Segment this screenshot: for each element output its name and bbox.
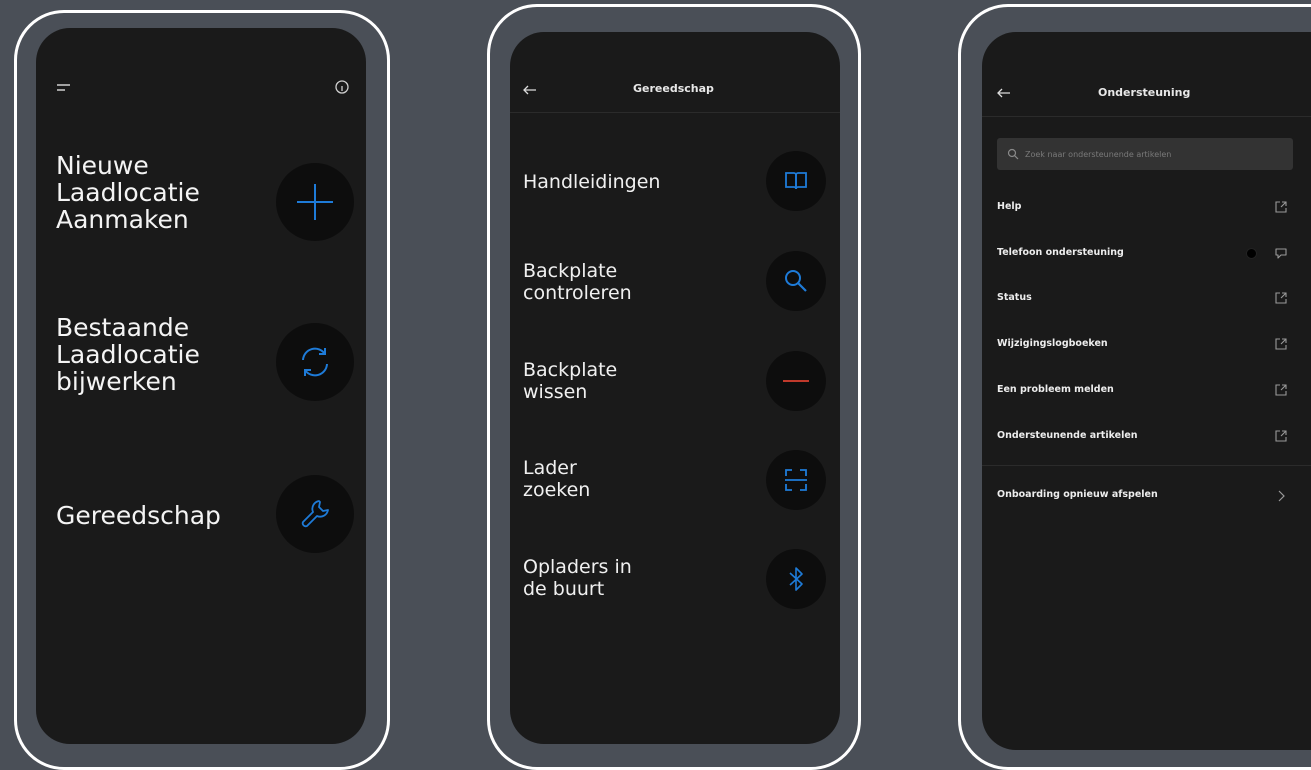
nearby-chargers-label: Opladers in de buurt — [523, 556, 632, 600]
search-input[interactable]: Zoek naar ondersteunende artikelen — [997, 138, 1293, 170]
page-title: Ondersteuning — [1098, 86, 1191, 99]
manuals-label: Handleidingen — [523, 171, 661, 193]
minus-icon — [783, 380, 809, 382]
check-backplate-label: Backplate controleren — [523, 260, 632, 304]
wrench-icon — [301, 500, 329, 528]
tools-label: Gereedschap — [56, 501, 221, 530]
status-link[interactable]: Status — [997, 292, 1032, 303]
update-location-label: Bestaande Laadlocatie bijwerken — [56, 313, 200, 396]
header-divider — [982, 116, 1311, 117]
manuals-button[interactable] — [766, 151, 826, 211]
book-icon — [785, 172, 807, 190]
find-charger-label: Lader zoeken — [523, 457, 591, 501]
external-link-icon[interactable] — [1274, 200, 1288, 214]
tools-screen: Gereedschap Handleidingen Backplate cont… — [510, 32, 840, 744]
support-articles-link[interactable]: Ondersteunende artikelen — [997, 430, 1138, 441]
nearby-chargers-button[interactable] — [766, 549, 826, 609]
status-dot — [1246, 248, 1257, 259]
bluetooth-icon — [789, 567, 803, 591]
page-title: Gereedschap — [633, 82, 714, 95]
search-icon — [785, 270, 807, 292]
external-link-icon[interactable] — [1274, 337, 1288, 351]
check-backplate-button[interactable] — [766, 251, 826, 311]
section-divider — [982, 465, 1311, 466]
external-link-icon[interactable] — [1274, 383, 1288, 397]
refresh-icon — [302, 347, 328, 377]
external-link-icon[interactable] — [1274, 291, 1288, 305]
menu-icon[interactable] — [56, 82, 72, 94]
new-location-label: Nieuwe Laadlocatie Aanmaken — [56, 151, 200, 234]
info-icon[interactable] — [334, 79, 350, 95]
phone-support-link[interactable]: Telefoon ondersteuning — [997, 247, 1124, 258]
update-location-button[interactable] — [276, 323, 354, 401]
back-arrow-icon[interactable] — [996, 87, 1012, 99]
report-problem-link[interactable]: Een probleem melden — [997, 384, 1114, 395]
chat-icon[interactable] — [1274, 246, 1288, 260]
find-charger-button[interactable] — [766, 450, 826, 510]
tools-button[interactable] — [276, 475, 354, 553]
wipe-backplate-label: Backplate wissen — [523, 359, 618, 403]
scan-icon — [785, 469, 807, 491]
replay-onboarding-link[interactable]: Onboarding opnieuw afspelen — [997, 489, 1158, 500]
header-divider — [510, 112, 840, 113]
help-link[interactable]: Help — [997, 201, 1021, 212]
search-placeholder: Zoek naar ondersteunende artikelen — [1025, 149, 1172, 159]
home-screen: Nieuwe Laadlocatie Aanmaken Bestaande La… — [36, 28, 366, 744]
wipe-backplate-button[interactable] — [766, 351, 826, 411]
support-screen: Ondersteuning Zoek naar ondersteunende a… — [982, 32, 1311, 750]
external-link-icon[interactable] — [1274, 429, 1288, 443]
chevron-right-icon[interactable] — [1274, 489, 1288, 503]
new-location-button[interactable] — [276, 163, 354, 241]
back-arrow-icon[interactable] — [522, 84, 538, 96]
search-icon — [1007, 148, 1019, 160]
changelogs-link[interactable]: Wijzigingslogboeken — [997, 338, 1108, 349]
plus-icon — [297, 184, 333, 220]
